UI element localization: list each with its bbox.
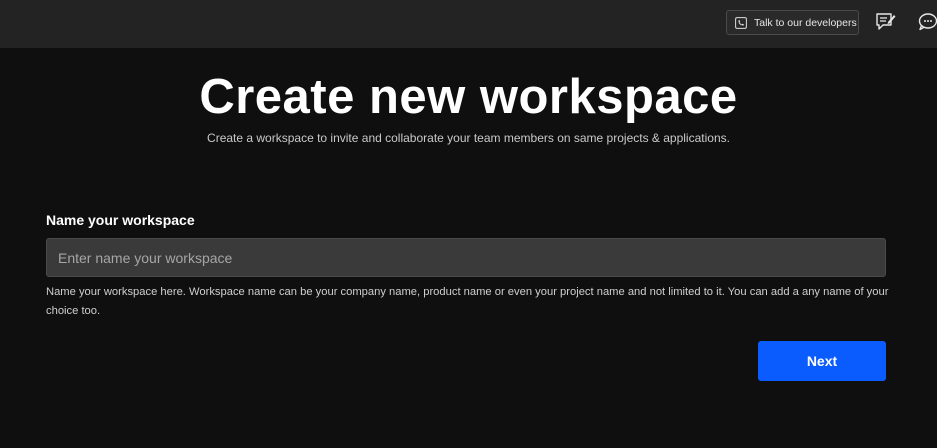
page-title: Create new workspace bbox=[199, 70, 738, 124]
feedback-button[interactable] bbox=[874, 12, 898, 36]
workspace-name-label: Name your workspace bbox=[46, 212, 195, 228]
phone-icon bbox=[735, 16, 747, 29]
chat-icon bbox=[917, 12, 937, 36]
feedback-icon bbox=[875, 12, 897, 37]
chat-button[interactable] bbox=[917, 12, 937, 36]
page-subtitle: Create a workspace to invite and collabo… bbox=[207, 131, 730, 145]
next-button[interactable]: Next bbox=[758, 341, 886, 381]
talk-to-developers-label: Talk to our developers bbox=[754, 16, 857, 29]
talk-to-developers-button[interactable]: Talk to our developers bbox=[726, 10, 859, 35]
top-bar: Talk to our developers bbox=[0, 0, 937, 48]
workspace-name-input[interactable] bbox=[46, 238, 886, 277]
workspace-name-help-text: Name your workspace here. Workspace name… bbox=[46, 286, 889, 317]
